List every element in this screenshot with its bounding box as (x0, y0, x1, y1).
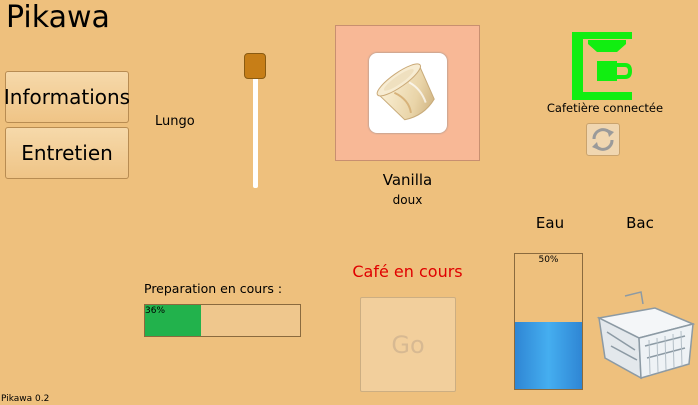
capsule-name: Vanilla (382, 171, 433, 189)
refresh-button[interactable] (586, 123, 620, 156)
machine-status: Cafetière connectée (546, 101, 664, 115)
go-button[interactable]: Go (360, 297, 456, 392)
coffee-machine-icon (570, 32, 636, 104)
drip-tray-icon (595, 288, 696, 392)
informations-button[interactable]: Informations (4, 71, 130, 123)
coffee-size-slider-handle[interactable] (244, 53, 266, 79)
water-level-gauge: 50% (514, 253, 583, 390)
cafe-status: Café en cours (352, 262, 463, 281)
coffee-size-label: Lungo (155, 114, 195, 129)
coffee-size-slider-track[interactable] (253, 70, 258, 188)
capsule-strength: doux (392, 193, 423, 207)
water-level-text: 50% (538, 255, 559, 265)
entretien-button[interactable]: Entretien (5, 127, 129, 179)
refresh-icon (592, 128, 614, 151)
drip-tray-label: Bac (626, 214, 654, 232)
preparation-progress-text: 36% (145, 306, 166, 316)
preparation-progress-bar: 36% (144, 304, 301, 337)
water-level-fill (515, 321, 582, 389)
app-version: Pikawa 0.2 (1, 394, 50, 404)
capsule-image (369, 53, 447, 133)
preparation-label: Preparation en cours : (144, 281, 283, 296)
water-label: Eau (535, 214, 565, 232)
app-title: Pikawa (6, 0, 110, 35)
